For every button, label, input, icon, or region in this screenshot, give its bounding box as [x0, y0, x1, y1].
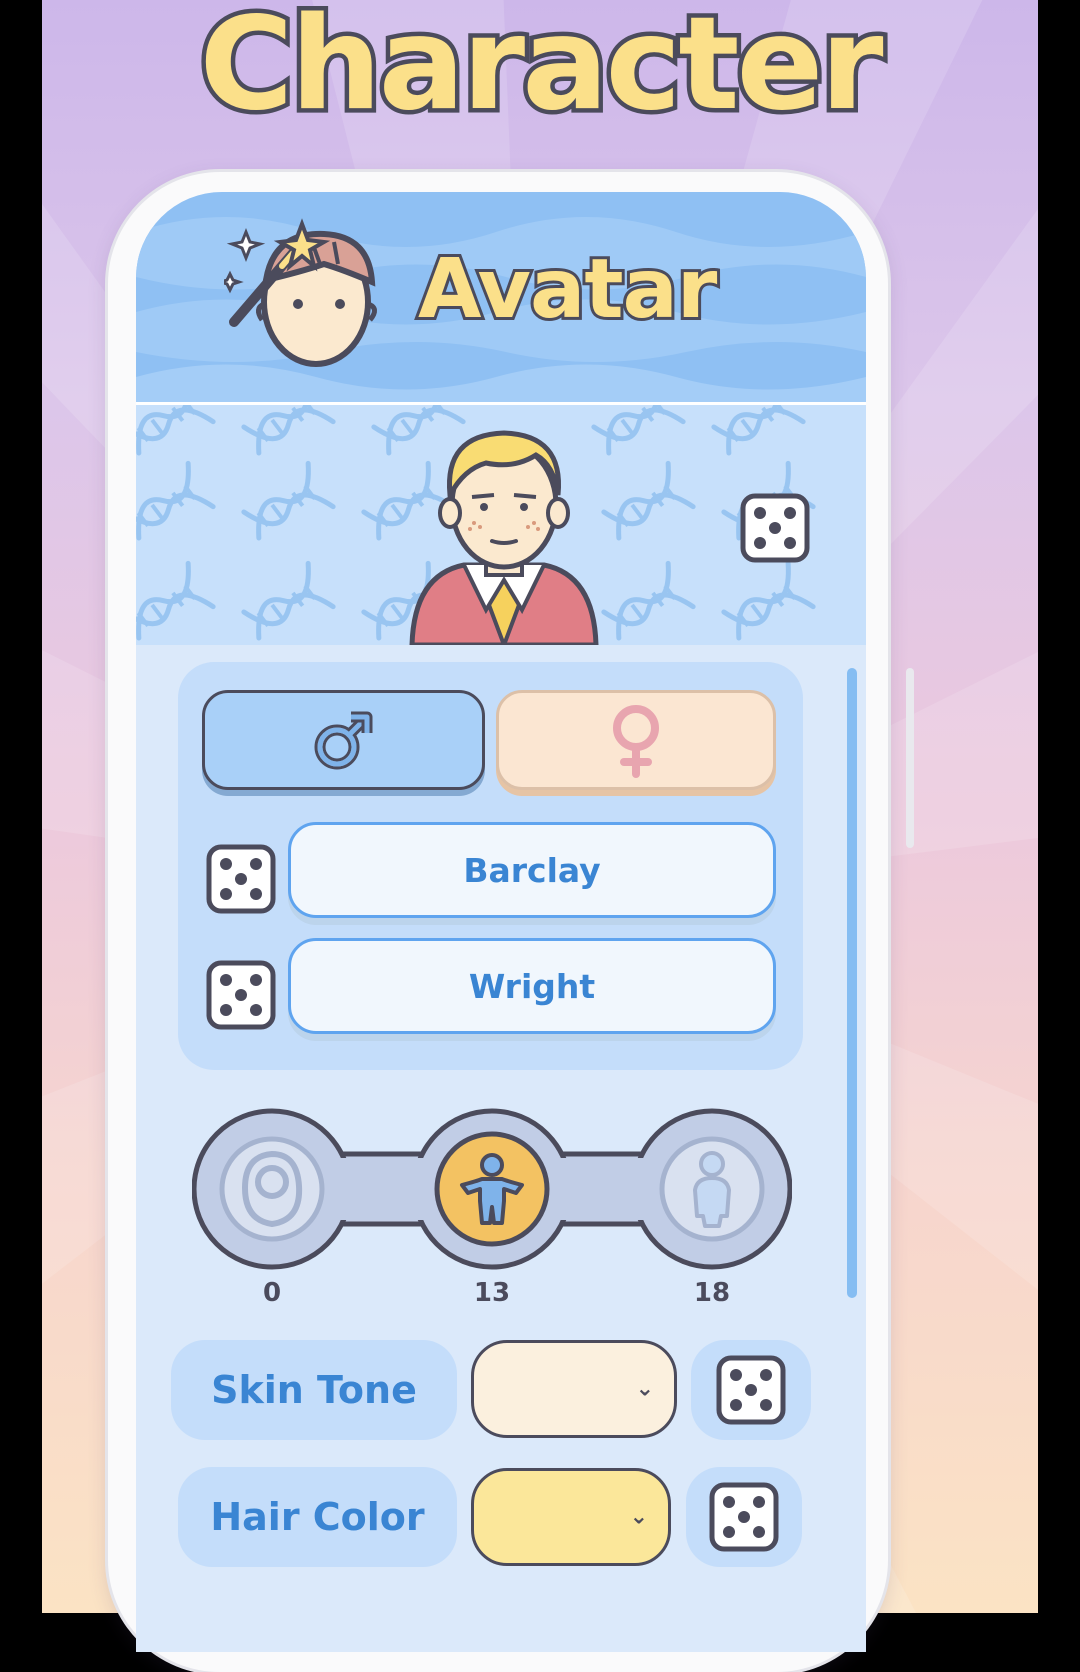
app-header: Avatar	[136, 192, 866, 402]
chevron-down-icon: ⌄	[635, 1376, 654, 1402]
baby-stage-button[interactable]	[217, 1134, 327, 1244]
chevron-down-icon: ⌄	[629, 1504, 648, 1530]
promo-title: Character	[195, 0, 888, 144]
randomize-hair-color-dice-icon[interactable]	[709, 1482, 779, 1552]
skin-tone-label: Skin Tone	[171, 1340, 457, 1440]
hair-color-label: Hair Color	[178, 1467, 457, 1567]
randomize-avatar-dice-icon[interactable]	[740, 493, 810, 563]
adult-stage-button[interactable]	[657, 1134, 767, 1244]
avatar-wand-icon	[224, 218, 377, 367]
character-avatar	[409, 430, 599, 645]
age-label-child: 13	[473, 1278, 511, 1308]
phone-power-button	[906, 668, 914, 848]
avatar-preview	[136, 402, 866, 648]
skin-tone-select[interactable]: ⌄	[471, 1340, 677, 1438]
hair-color-select[interactable]: ⌄	[471, 1468, 671, 1566]
female-icon	[613, 705, 659, 778]
randomize-first-name-dice-icon[interactable]	[206, 844, 276, 914]
randomize-last-name-dice-icon[interactable]	[206, 960, 276, 1030]
app-screen: Avatar Barclay Wright 0 13 18 Skin Tone …	[136, 192, 866, 1652]
age-label-adult: 18	[693, 1278, 731, 1308]
last-name-field[interactable]: Wright	[288, 938, 776, 1034]
male-icon	[314, 711, 372, 770]
age-label-baby: 0	[262, 1278, 282, 1308]
adult-icon	[693, 1151, 731, 1228]
male-button[interactable]	[202, 690, 485, 790]
header-title: Avatar	[415, 239, 720, 340]
child-stage-button[interactable]	[432, 1129, 552, 1249]
scrollbar[interactable]	[847, 668, 857, 1298]
female-button[interactable]	[496, 690, 776, 790]
randomize-skin-tone-dice-icon[interactable]	[716, 1355, 786, 1425]
first-name-field[interactable]: Barclay	[288, 822, 776, 918]
